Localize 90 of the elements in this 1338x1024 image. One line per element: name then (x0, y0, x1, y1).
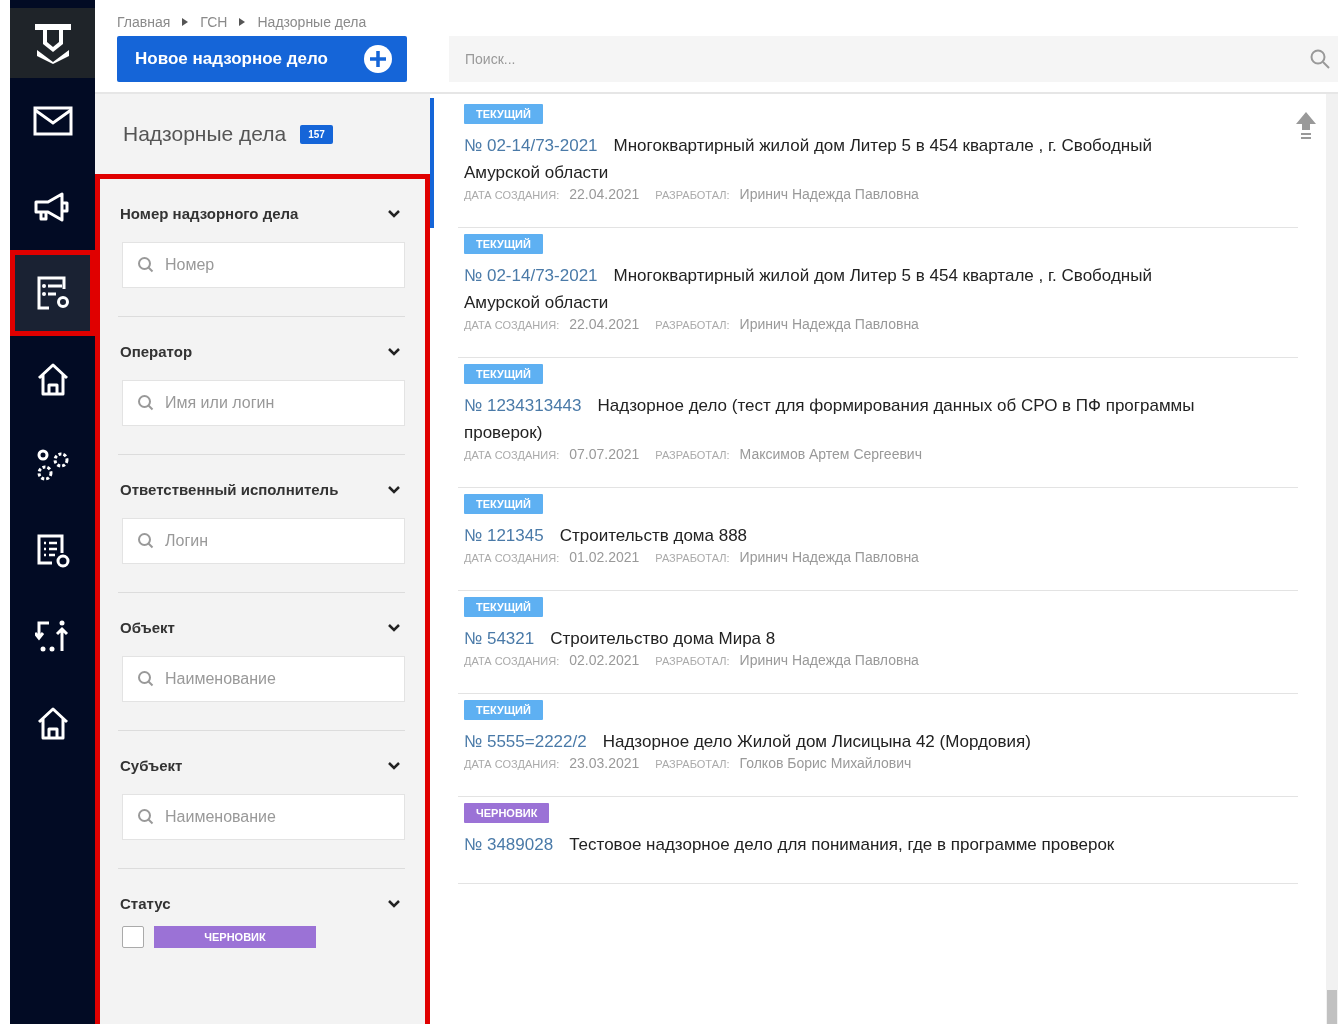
chevron-icon[interactable] (387, 898, 401, 909)
author-label: РАЗРАБОТАЛ: (655, 655, 730, 667)
creation-date: 07.07.2021 (569, 446, 640, 462)
author-name: Иринич Надежда Павловна (739, 652, 919, 668)
author-label: РАЗРАБОТАЛ: (655, 189, 730, 201)
date-label: ДАТА СОЗДАНИЯ: (464, 189, 560, 201)
chevron-icon[interactable] (387, 622, 401, 633)
case-title: № 3489028 Тестовое надзорное дело для понимания, где в программе проверок (464, 834, 1116, 856)
creation-date: 22.04.2021 (569, 186, 640, 202)
checkbox[interactable] (122, 926, 144, 948)
filter-label: Номер надзорного дела (120, 205, 299, 222)
separator-icon (239, 18, 246, 26)
new-case-button[interactable]: Новое надзорное дело (117, 36, 407, 82)
case-title: № 54321 Строительство дома Мира 8 (464, 628, 777, 650)
date-label: ДАТА СОЗДАНИЯ: (464, 449, 560, 461)
filter-label: Оператор (120, 343, 193, 360)
status-tag: ЧЕРНОВИК (464, 803, 550, 823)
date-label: ДАТА СОЗДАНИЯ: (464, 758, 560, 770)
case-title: № 1234313443 Надзорное дело (тест для формирования данных об СРО в ПФ программы проверок) (464, 395, 1196, 444)
scroll-top-icon[interactable] (1294, 110, 1318, 142)
case-card[interactable]: ТЕКУЩИЙ № 121345 Строительств дома 888 ДАТА СОЗДАНИЯ: 01.02.2021 РАЗРАБОТАЛ: Иринич Надежда Павловна (430, 488, 1298, 591)
count-badge: 157 (300, 124, 333, 144)
breadcrumb-link[interactable]: ГСН (200, 14, 228, 30)
chevron-icon[interactable] (387, 760, 401, 771)
case-number[interactable]: № 5555=2222/2 (464, 732, 587, 751)
plus-icon (363, 44, 393, 74)
filter-search-field[interactable]: Наименование (122, 656, 405, 702)
author-label: РАЗРАБОТАЛ: (655, 758, 730, 770)
filter-label: Ответственный исполнитель (120, 481, 339, 498)
case-card[interactable]: ТЕКУЩИЙ № 1234313443 Надзорное дело (тест для формирования данных об СРО в ПФ программы проверок) ДАТА СОЗДАНИЯ: 07.07.2021 РАЗРАБОТАЛ: Максимов Артем Сергеевич (430, 358, 1298, 488)
list-icon (35, 275, 70, 311)
case-card[interactable]: ТЕКУЩИЙ № 5555=2222/2 Надзорное дело Жилой дом Лисицына 42 (Мордовия) ДАТА СОЗДАНИЯ: 23.03.2021 РАЗРАБОТАЛ: Голков Борис Михайлович (430, 694, 1298, 797)
sidebar-item[interactable] (10, 250, 95, 336)
chevron-icon[interactable] (387, 484, 401, 495)
status-tag: ТЕКУЩИЙ (464, 700, 543, 720)
case-card[interactable]: ТЕКУЩИЙ № 02-14/73-2021 Многоквартирный жилой дом Литер 5 в 454 квартале , г. Свободный Амурской области ДАТА СОЗДАНИЯ: 22.04.2021 РАЗРАБОТАЛ: Иринич Надежда Павловна (430, 98, 1298, 228)
author-label: РАЗРАБОТАЛ: (655, 449, 730, 461)
chevron-icon[interactable] (387, 208, 401, 219)
case-card[interactable]: ТЕКУЩИЙ № 02-14/73-2021 Многоквартирный жилой дом Литер 5 в 454 квартале , г. Свободный Амурской области ДАТА СОЗДАНИЯ: 22.04.2021 РАЗРАБОТАЛ: Иринич Надежда Павловна (430, 228, 1298, 358)
search-field[interactable]: Поиск... (449, 36, 1338, 82)
case-number[interactable]: № 1234313443 (464, 396, 582, 415)
chevron-icon[interactable] (387, 346, 401, 357)
case-title: № 121345 Строительств дома 888 (464, 525, 749, 547)
date-label: ДАТА СОЗДАНИЯ: (464, 655, 560, 667)
author-name: Максимов Артем Сергеевич (739, 446, 922, 462)
search-icon (1310, 49, 1330, 69)
case-number[interactable]: № 02-14/73-2021 (464, 136, 598, 155)
case-title: № 5555=2222/2 Надзорное дело Жилой дом Лисицына 42 (Мордовия) (464, 731, 1032, 753)
date-label: ДАТА СОЗДАНИЯ: (464, 552, 560, 564)
creation-date: 23.03.2021 (569, 755, 640, 771)
author-name: Иринич Надежда Павловна (739, 549, 919, 565)
author-label: РАЗРАБОТАЛ: (655, 319, 730, 331)
creation-date: 01.02.2021 (569, 549, 640, 565)
separator-icon (182, 18, 189, 26)
filter-label: Субъект (120, 757, 183, 774)
scrollbar[interactable] (1326, 94, 1338, 1024)
author-name: Иринич Надежда Павловна (739, 316, 919, 332)
logo-icon[interactable] (10, 8, 95, 78)
case-number[interactable]: № 121345 (464, 526, 544, 545)
breadcrumb-link[interactable]: Главная (117, 14, 171, 30)
status-tag: ЧЕРНОВИК (154, 926, 316, 948)
panel-title: Надзорные дела (123, 122, 287, 146)
date-label: ДАТА СОЗДАНИЯ: (464, 319, 560, 331)
scrollbar-thumb[interactable] (1327, 990, 1337, 1024)
author-label: РАЗРАБОТАЛ: (655, 552, 730, 564)
case-number[interactable]: № 02-14/73-2021 (464, 266, 598, 285)
filter-search-field[interactable]: Номер (122, 242, 405, 288)
creation-date: 02.02.2021 (569, 652, 640, 668)
author-name: Голков Борис Михайлович (739, 755, 912, 771)
filter-search-field[interactable]: Имя или логин (122, 380, 405, 426)
author-name: Иринич Надежда Павловна (739, 186, 919, 202)
case-number[interactable]: № 3489028 (464, 835, 554, 854)
filter-search-field[interactable]: Наименование (122, 794, 405, 840)
case-card[interactable]: ЧЕРНОВИК № 3489028 Тестовое надзорное дело для понимания, где в программе проверок (430, 797, 1298, 884)
list-icon (35, 533, 70, 569)
case-title: № 02-14/73-2021 Многоквартирный жилой дом Литер 5 в 454 квартале , г. Свободный Амурской области (464, 265, 1153, 314)
creation-date: 22.04.2021 (569, 316, 640, 332)
filter-search-field[interactable]: Логин (122, 518, 405, 564)
case-title: № 02-14/73-2021 Многоквартирный жилой дом Литер 5 в 454 квартале , г. Свободный Амурской области (464, 135, 1153, 184)
case-card[interactable]: ТЕКУЩИЙ № 54321 Строительство дома Мира 8 ДАТА СОЗДАНИЯ: 02.02.2021 РАЗРАБОТАЛ: Иринич Надежда Павловна (430, 591, 1298, 694)
filter-label: Статус (120, 895, 171, 912)
status-tag: ТЕКУЩИЙ (464, 364, 543, 384)
status-tag: ТЕКУЩИЙ (464, 494, 543, 514)
status-tag: ТЕКУЩИЙ (464, 104, 543, 124)
breadcrumb-link[interactable]: Надзорные дела (257, 14, 367, 30)
envelope-icon (32, 106, 73, 136)
status-tag: ТЕКУЩИЙ (464, 234, 543, 254)
status-tag: ТЕКУЩИЙ (464, 597, 543, 617)
filter-label: Объект (120, 619, 175, 636)
case-number[interactable]: № 54321 (464, 629, 535, 648)
